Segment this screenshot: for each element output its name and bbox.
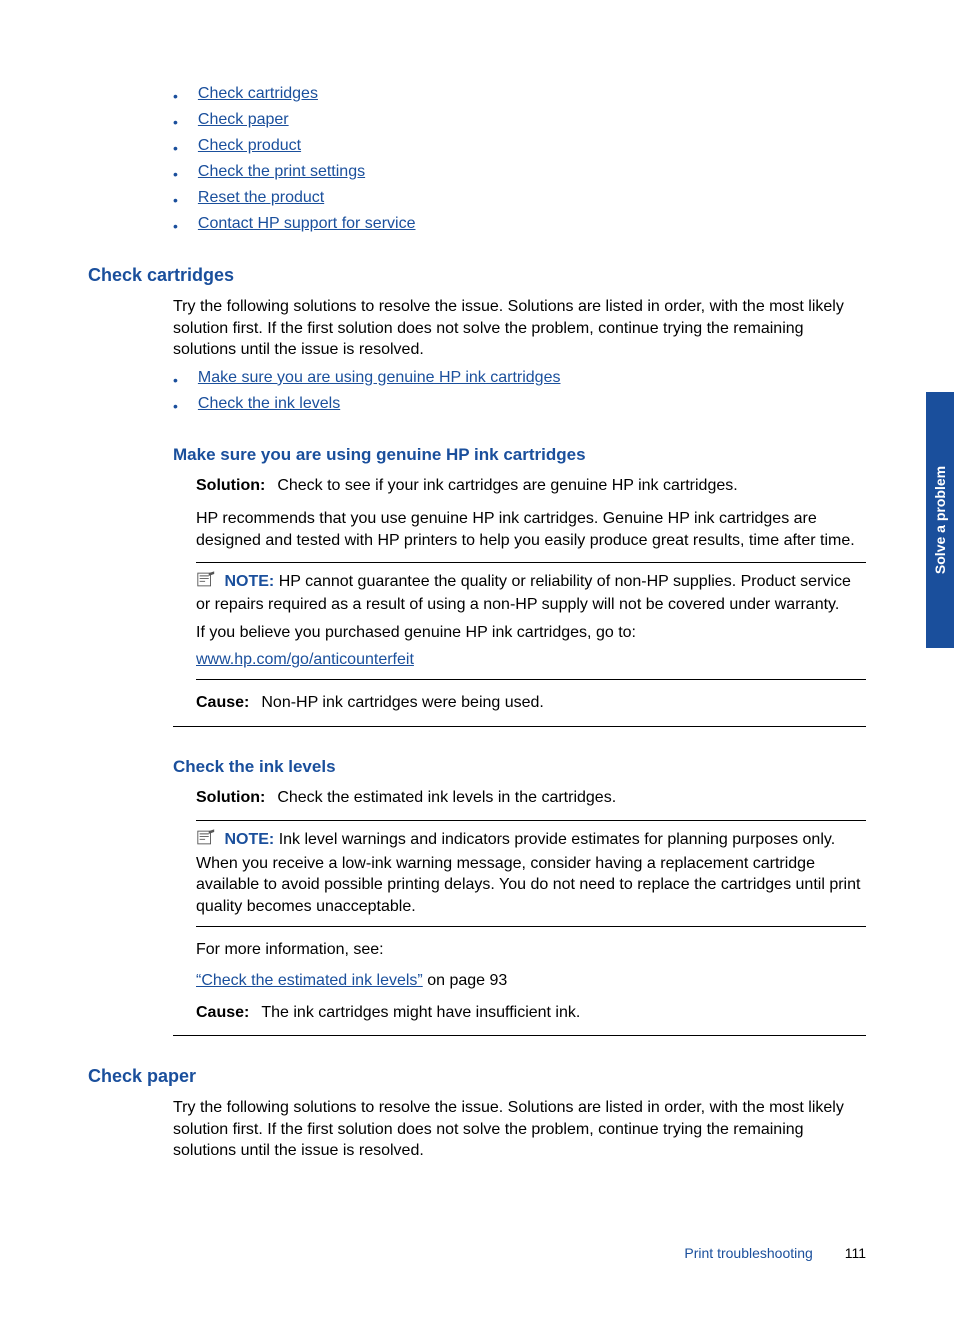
intro-text: Try the following solutions to resolve t… bbox=[173, 1097, 866, 1162]
toc-item: • Check paper bbox=[173, 111, 866, 133]
toc-link-contact-support[interactable]: Contact HP support for service bbox=[198, 215, 416, 233]
note-box: NOTE: HP cannot guarantee the quality or… bbox=[196, 562, 866, 680]
more-info-text: For more information, see: bbox=[196, 939, 866, 961]
solution-label: Solution: bbox=[196, 477, 265, 494]
note-box: NOTE: Ink level warnings and indicators … bbox=[196, 820, 866, 926]
list-item: • Make sure you are using genuine HP ink … bbox=[173, 369, 866, 391]
xref-link[interactable]: “Check the estimated ink levels” bbox=[196, 972, 423, 989]
sublink-genuine-cartridges[interactable]: Make sure you are using genuine HP ink c… bbox=[198, 369, 561, 391]
note-para: If you believe you purchased genuine HP … bbox=[196, 622, 866, 644]
xref-suffix: on page 93 bbox=[423, 972, 508, 989]
toc-item: • Contact HP support for service bbox=[173, 215, 866, 237]
toc-item: • Check cartridges bbox=[173, 85, 866, 107]
heading-check-cartridges: Check cartridges bbox=[88, 265, 866, 286]
xref-line: “Check the estimated ink levels” on page… bbox=[196, 970, 866, 992]
toc-item: • Reset the product bbox=[173, 189, 866, 211]
toc-link-check-cartridges[interactable]: Check cartridges bbox=[198, 85, 318, 103]
bullet-icon: • bbox=[173, 189, 178, 211]
cause-label: Cause: bbox=[196, 694, 249, 711]
bullet-icon: • bbox=[173, 369, 178, 391]
toc-link-check-print-settings[interactable]: Check the print settings bbox=[198, 163, 365, 181]
cause-text: The ink cartridges might have insufficie… bbox=[261, 1004, 580, 1021]
cause-label: Cause: bbox=[196, 1004, 249, 1021]
divider bbox=[173, 726, 866, 727]
list-item: • Check the ink levels bbox=[173, 395, 866, 417]
heading-check-paper: Check paper bbox=[88, 1066, 866, 1087]
sublink-check-ink-levels[interactable]: Check the ink levels bbox=[198, 395, 340, 417]
footer-title: Print troubleshooting bbox=[684, 1245, 812, 1261]
solution-block: Solution: Check the estimated ink levels … bbox=[196, 787, 866, 809]
bullet-icon: • bbox=[173, 163, 178, 185]
note-label: NOTE: bbox=[224, 573, 274, 590]
toc-link-check-paper[interactable]: Check paper bbox=[198, 111, 289, 129]
toc-link-check-product[interactable]: Check product bbox=[198, 137, 301, 155]
note-text: Ink level warnings and indicators provid… bbox=[196, 831, 860, 915]
bullet-icon: • bbox=[173, 111, 178, 133]
cause-block: Cause: Non-HP ink cartridges were being u… bbox=[196, 692, 866, 714]
subheading-check-ink-levels: Check the ink levels bbox=[173, 757, 866, 777]
toc-list: • Check cartridges • Check paper • Check pr… bbox=[173, 85, 866, 237]
sidebar-label: Solve a problem bbox=[932, 466, 948, 574]
toc-item: • Check product bbox=[173, 137, 866, 159]
divider bbox=[173, 1035, 866, 1036]
bullet-icon: • bbox=[173, 395, 178, 417]
bullet-icon: • bbox=[173, 215, 178, 237]
intro-text: Try the following solutions to resolve t… bbox=[173, 296, 866, 361]
solution-text: Check the estimated ink levels in the ca… bbox=[277, 789, 616, 806]
solution-block: Solution: Check to see if your ink cartri… bbox=[196, 475, 866, 497]
cause-text: Non-HP ink cartridges were being used. bbox=[261, 694, 544, 711]
solution-text: Check to see if your ink cartridges are … bbox=[277, 477, 737, 494]
note-text: HP cannot guarantee the quality or relia… bbox=[196, 573, 851, 614]
anticounterfeit-link[interactable]: www.hp.com/go/anticounterfeit bbox=[196, 651, 414, 668]
page-number: 111 bbox=[845, 1245, 866, 1261]
bullet-icon: • bbox=[173, 85, 178, 107]
bullet-icon: • bbox=[173, 137, 178, 159]
cause-block: Cause: The ink cartridges might have insu… bbox=[196, 1002, 866, 1024]
note-label: NOTE: bbox=[224, 831, 274, 848]
paragraph: HP recommends that you use genuine HP in… bbox=[196, 508, 866, 551]
note-icon bbox=[196, 829, 216, 853]
toc-item: • Check the print settings bbox=[173, 163, 866, 185]
note-icon bbox=[196, 571, 216, 595]
page-footer: Print troubleshooting 111 bbox=[684, 1245, 866, 1261]
sub-list: • Make sure you are using genuine HP ink … bbox=[173, 369, 866, 417]
toc-link-reset-product[interactable]: Reset the product bbox=[198, 189, 324, 207]
solution-label: Solution: bbox=[196, 789, 265, 806]
subheading-genuine-cartridges: Make sure you are using genuine HP ink c… bbox=[173, 445, 866, 465]
sidebar-tab: Solve a problem bbox=[926, 392, 954, 648]
